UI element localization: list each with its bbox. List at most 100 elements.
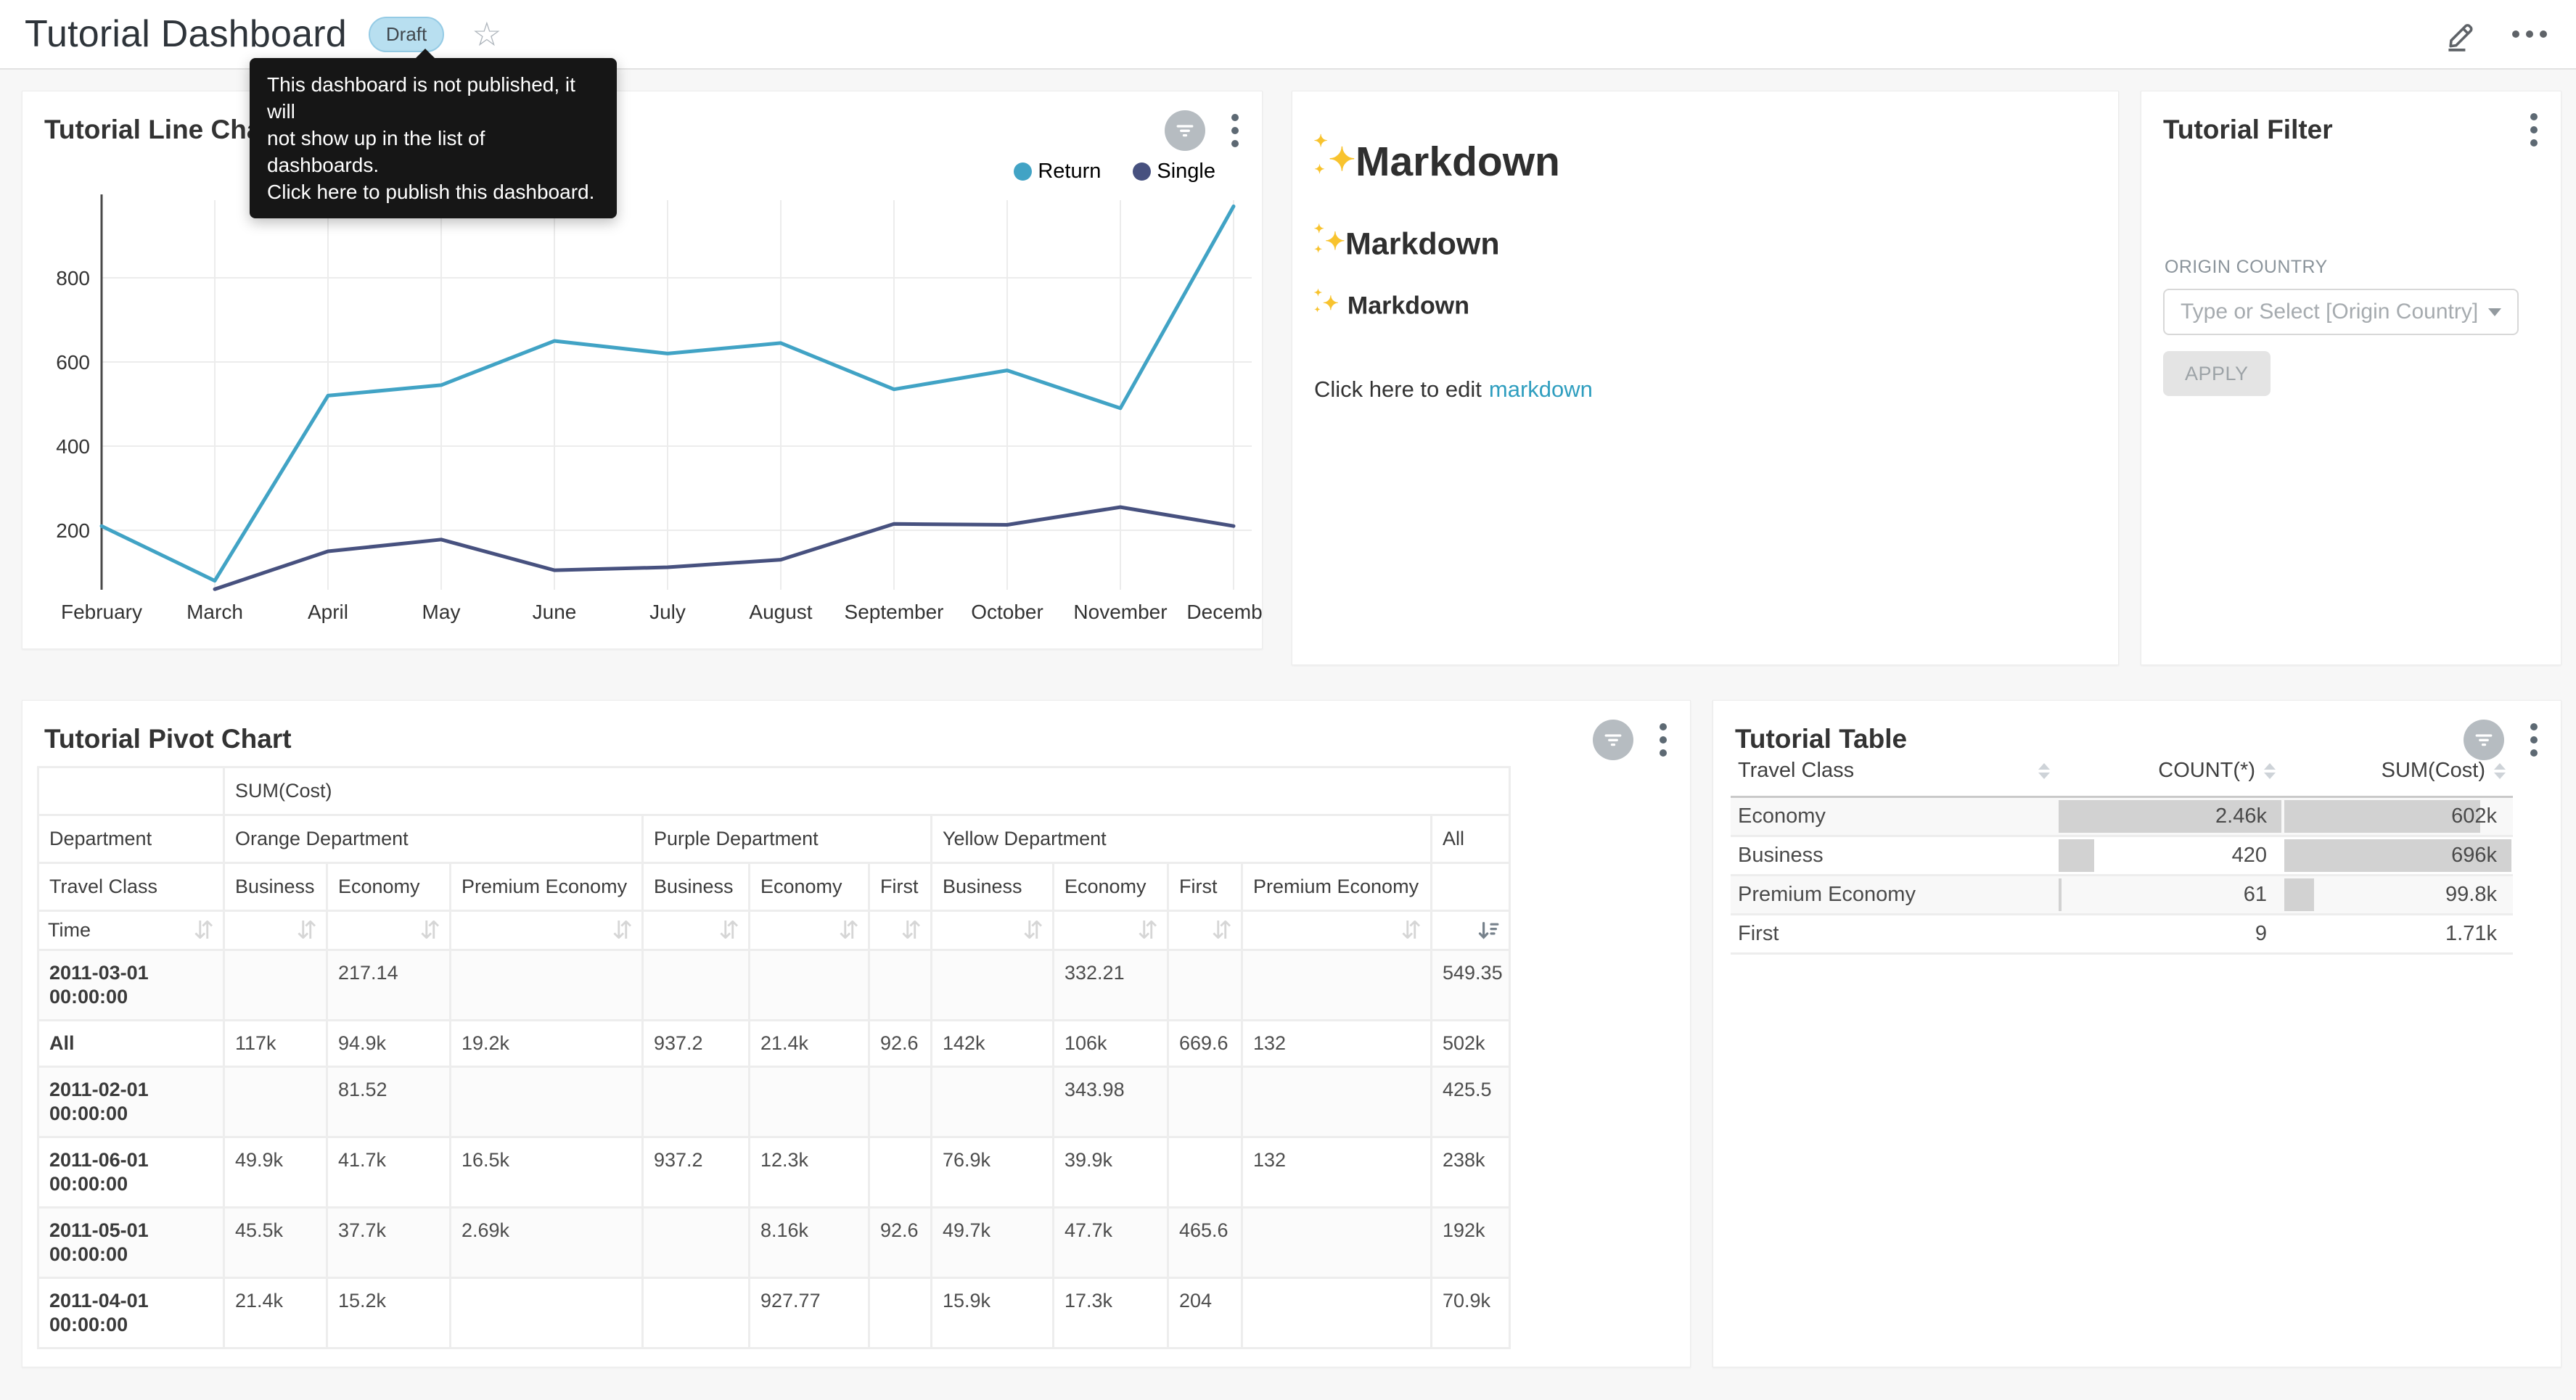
pivot-value-cell: 39.9k <box>1054 1137 1168 1208</box>
pivot-class-header: Premium Economy <box>1242 863 1432 911</box>
cross-filter-icon[interactable] <box>2464 720 2504 760</box>
sort-toggle-icon[interactable]: ⇵ <box>194 920 215 942</box>
pivot-value-cell: 8.16k <box>750 1208 869 1278</box>
proportion-bar <box>2059 878 2062 911</box>
pivot-value-cell <box>1242 950 1432 1021</box>
sparkles-icon: ✦✦✦ <box>1314 292 1339 314</box>
table-card: Tutorial Table Travel Class <box>1712 700 2561 1367</box>
sort-toggle-icon[interactable]: ⇵ <box>612 920 633 942</box>
line-chart-card: Tutorial Line Chart Return Single 200400… <box>22 91 1263 649</box>
proportion-bar <box>2284 878 2314 911</box>
pivot-more-menu-icon[interactable] <box>1657 720 1670 759</box>
pivot-value-cell: 19.2k <box>451 1021 643 1067</box>
pivot-value-cell <box>643 1208 750 1278</box>
pivot-value-cell: 332.21 <box>1054 950 1168 1021</box>
sort-toggle-icon[interactable]: ⇵ <box>1138 920 1159 942</box>
pivot-row: 2011-06-01 00:00:0049.9k41.7k16.5k937.21… <box>38 1137 1510 1208</box>
pivot-value-cell: 937.2 <box>643 1021 750 1067</box>
table-row[interactable]: Economy2.46k602k <box>1731 797 2513 836</box>
filter-card-title: Tutorial Filter <box>2163 115 2333 145</box>
pivot-class-header: Premium Economy <box>451 863 643 911</box>
pivot-value-cell: 92.6 <box>869 1208 932 1278</box>
pivot-value-cell: 49.7k <box>932 1208 1054 1278</box>
svg-text:February: February <box>61 601 142 623</box>
svg-text:600: 600 <box>56 351 90 374</box>
pivot-travel-class-label: Travel Class <box>38 863 224 911</box>
pivot-class-header: Economy <box>1054 863 1168 911</box>
count-cell: 9 <box>2057 915 2283 954</box>
sort-toggle-icon[interactable]: ⇵ <box>839 920 860 942</box>
sort-toggle-icon[interactable]: ⇵ <box>1212 920 1233 942</box>
chart-more-menu-icon[interactable] <box>1228 111 1242 150</box>
pivot-value-cell: 204 <box>1168 1278 1242 1348</box>
apply-button[interactable]: APPLY <box>2163 351 2271 396</box>
svg-text:August: August <box>749 601 812 623</box>
sum-cost-cell: 1.71k <box>2283 915 2513 954</box>
draft-badge[interactable]: Draft <box>369 17 444 52</box>
favorite-star-icon[interactable]: ☆ <box>472 17 501 51</box>
pivot-value-cell <box>932 1067 1054 1137</box>
edit-markdown-link[interactable]: markdown <box>1489 376 1593 402</box>
pivot-value-cell <box>869 1278 932 1348</box>
svg-text:September: September <box>845 601 944 623</box>
pivot-value-cell: 17.3k <box>1054 1278 1168 1348</box>
tooltip-line: Click here to publish this dashboard. <box>267 178 599 205</box>
header-more-menu-icon[interactable] <box>2512 30 2547 38</box>
table-more-menu-icon[interactable] <box>2527 720 2540 759</box>
pivot-chart-card: Tutorial Pivot Chart SUM(Cost) <box>22 700 1691 1367</box>
cross-filter-icon[interactable] <box>1165 110 1205 151</box>
pivot-class-header: Business <box>224 863 327 911</box>
pivot-value-cell: 15.9k <box>932 1278 1054 1348</box>
svg-text:March: March <box>186 601 243 623</box>
pivot-table: SUM(Cost) Department Orange Department P… <box>37 766 1511 1349</box>
sort-toggle-icon[interactable]: ⇵ <box>420 920 441 942</box>
table-row[interactable]: First91.71k <box>1731 915 2513 954</box>
sort-toggle-icon[interactable]: ⇵ <box>719 920 740 942</box>
sort-active-desc-icon[interactable] <box>1477 919 1500 942</box>
svg-text:April: April <box>308 601 348 623</box>
legend-item-single[interactable]: Single <box>1133 160 1215 184</box>
sort-toggle-icon[interactable]: ⇵ <box>1401 920 1422 942</box>
pivot-value-cell <box>869 950 932 1021</box>
pivot-value-cell: 92.6 <box>869 1021 932 1067</box>
pivot-chart-title: Tutorial Pivot Chart <box>44 724 292 754</box>
filter-more-menu-icon[interactable] <box>2527 110 2540 149</box>
sort-toggle-icon[interactable]: ⇵ <box>297 920 318 942</box>
page-title: Tutorial Dashboard <box>25 12 347 56</box>
table-row[interactable]: Business420696k <box>1731 836 2513 876</box>
origin-country-select[interactable]: Type or Select [Origin Country] <box>2163 289 2519 335</box>
pivot-row: 2011-05-01 00:00:0045.5k37.7k2.69k8.16k9… <box>38 1208 1510 1278</box>
sort-toggle-icon[interactable]: ⇵ <box>901 920 922 942</box>
sparkles-icon: ✦✦✦ <box>1314 226 1345 255</box>
legend-dot <box>1014 162 1032 181</box>
pivot-value-cell <box>1168 1067 1242 1137</box>
svg-text:800: 800 <box>56 267 90 289</box>
pencil-icon <box>2444 17 2479 52</box>
pivot-value-cell: 41.7k <box>327 1137 451 1208</box>
pivot-value-cell <box>750 1067 869 1137</box>
column-header-count[interactable]: COUNT(*) <box>2057 747 2283 797</box>
pivot-value-cell: 37.7k <box>327 1208 451 1278</box>
svg-text:June: June <box>533 601 577 623</box>
sort-toggle-icon[interactable]: ⇵ <box>1023 920 1044 942</box>
column-header-travel-class[interactable]: Travel Class <box>1731 747 2057 797</box>
pivot-value-cell: 132 <box>1242 1137 1432 1208</box>
pivot-sort-row: Time⇵ ⇵ ⇵ ⇵ ⇵ ⇵ ⇵ ⇵ ⇵ ⇵ ⇵ <box>38 911 1510 950</box>
markdown-card: ✦✦✦Markdown ✦✦✦Markdown ✦✦✦Markdown Clic… <box>1292 91 2119 665</box>
pivot-value-cell: 70.9k <box>1432 1278 1510 1348</box>
pivot-value-cell <box>869 1137 932 1208</box>
cross-filter-icon[interactable] <box>1593 720 1633 760</box>
pivot-value-cell: 343.98 <box>1054 1067 1168 1137</box>
origin-country-label: ORIGIN COUNTRY <box>2165 257 2328 278</box>
svg-text:October: October <box>971 601 1043 623</box>
select-placeholder: Type or Select [Origin Country] <box>2181 300 2481 324</box>
legend-item-return[interactable]: Return <box>1014 160 1101 184</box>
pivot-class-header <box>1432 863 1510 911</box>
table-row[interactable]: Premium Economy6199.8k <box>1731 876 2513 915</box>
edit-dashboard-button[interactable] <box>2444 17 2479 52</box>
pivot-group-header: Purple Department <box>643 815 932 863</box>
table-header-row: Travel Class COUNT(*) SUM(Cost) <box>1731 747 2513 797</box>
markdown-paragraph: Click here to editmarkdown <box>1314 376 2096 403</box>
pivot-class-header: Business <box>932 863 1054 911</box>
proportion-bar <box>2059 839 2094 872</box>
